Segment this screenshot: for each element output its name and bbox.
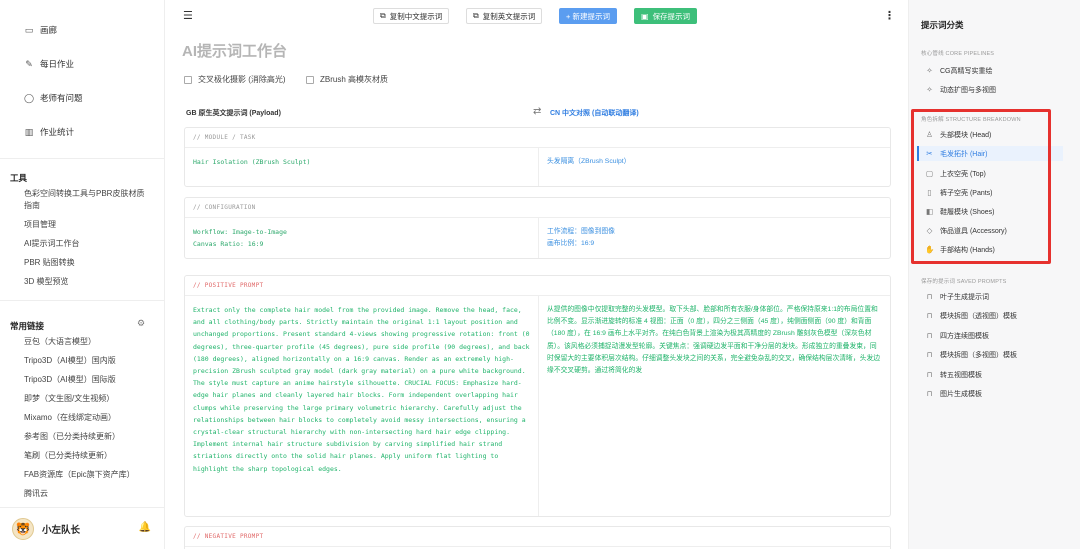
column-header-en: GB 原生英文提示词 (Payload) [186, 110, 281, 117]
edit-icon: ✎ [25, 58, 33, 69]
chart-icon: ▥ [24, 126, 34, 137]
nav-item-homework-stats[interactable]: ▥ 作业统计 [0, 123, 165, 141]
card-configuration: // CONFIGURATION Workflow: Image-to-Imag… [184, 197, 891, 259]
panel-title: 提示词分类 [921, 20, 964, 30]
bookmark-icon: ⊓ [926, 331, 933, 340]
group-core-pipelines: 核心管线 CORE PIPELINES [921, 51, 995, 57]
nav-item-gallery[interactable]: ▭ 画廊 [0, 21, 165, 39]
dynamic-icon: ✧ [926, 85, 933, 94]
link-item[interactable]: 豆包（大语言模型） [0, 332, 165, 351]
tool-link-ai-prompt[interactable]: AI提示词工作台 [0, 238, 160, 250]
link-item[interactable]: 参考图（已分类持续更新） [0, 427, 165, 446]
bookmark-icon: ⊓ [926, 311, 933, 320]
card-negative-prompt: // NEGATIVE PROMPT [184, 526, 891, 549]
highlight-box [911, 109, 1051, 264]
tool-link-pbr[interactable]: PBR 贴图转换 [0, 257, 160, 269]
card-header: // MODULE / TASK [185, 128, 890, 148]
avatar: 🐯 [12, 517, 34, 540]
image-icon: ▭ [24, 24, 34, 35]
en-textarea[interactable]: Extract only the complete hair model fro… [185, 296, 539, 516]
copy-cn-button[interactable]: ⧉ 复制中文提示词 [373, 8, 450, 24]
save-icon: ▣ [641, 11, 649, 21]
right-panel: 提示词分类 核心管线 CORE PIPELINES ✧ CG高精写实重绘 ✧ 动… [908, 0, 1080, 549]
card-header: // NEGATIVE PROMPT [185, 527, 890, 547]
link-item[interactable]: 腾讯云 [0, 484, 165, 503]
category-dynamic-multiview[interactable]: ✧ 动态扩图与多视图 [925, 82, 1065, 97]
option-zbrush-gray[interactable]: ZBrush 高模灰材质 [306, 74, 388, 85]
toolbar: ☰ ⧉ 复制中文提示词 ⧉ 复制英文提示词 + 新建提示词 ▣ 保存提示词 ⋮ [166, 8, 908, 26]
bookmark-icon: ⊓ [926, 350, 933, 359]
link-item[interactable]: 笔刷（已分类持续更新） [0, 446, 165, 465]
page-title: AI提示词工作台 [182, 43, 288, 60]
nav-label: 画廊 [40, 25, 58, 35]
group-saved-prompts: 保存的提示词 SAVED PROMPTS [921, 279, 1007, 285]
nav-item-daily-homework[interactable]: ✎ 每日作业 [0, 55, 165, 73]
tool-link-project-mgmt[interactable]: 项目管理 [0, 219, 160, 231]
saved-prompt-item[interactable]: ⊓ 四方连续图模板 [925, 328, 1065, 343]
left-sidebar: ▭ 画廊 ✎ 每日作业 ◯ 老师有问题 ▥ 作业统计 工具 色彩空间转换工具与P… [0, 0, 165, 549]
category-cg-realistic[interactable]: ✧ CG高精写实重绘 [925, 63, 1065, 78]
link-item[interactable]: Tripo3D（AI模型）国内版 [0, 351, 165, 370]
bookmark-icon: ⊓ [926, 370, 933, 379]
saved-prompt-item[interactable]: ⊓ 模块拆图（透视图）模板 [925, 308, 1065, 323]
link-item[interactable]: 即梦（文生图/文生视频） [0, 389, 165, 408]
bell-icon[interactable]: 🔔 [139, 522, 151, 533]
zh-text: 工作流程：图像到图像 画布比例：16:9 [547, 228, 615, 248]
menu-icon[interactable]: ☰ [183, 9, 193, 22]
saved-prompt-item[interactable]: ⊓ 模块拆图（多视图）模板 [925, 347, 1065, 362]
option-cross-polarization[interactable]: 交叉极化摄影 (消除高光) [184, 74, 286, 85]
copy-icon: ⧉ [473, 11, 479, 20]
copy-icon: ⧉ [380, 11, 386, 20]
card-header: // CONFIGURATION [185, 198, 890, 218]
card-header: // POSITIVE PROMPT [185, 276, 890, 296]
zh-text: 从提供的图像中仅提取完整的头发模型。取下头部、脸部和所有衣服/身体部位。严格保持… [547, 306, 881, 375]
new-prompt-button[interactable]: + 新建提示词 [559, 8, 617, 24]
saved-prompt-item[interactable]: ⊓ 图片生成模板 [925, 386, 1065, 401]
tool-link-color-space[interactable]: 色彩空间转换工具与PBR皮肤材质指南 [0, 188, 160, 212]
swap-icon[interactable]: ⇄ [533, 106, 541, 117]
link-item[interactable]: Tripo3D（AI模型）国际版 [0, 370, 165, 389]
more-icon[interactable]: ⋮ [884, 9, 895, 22]
nav-label: 作业统计 [40, 127, 75, 137]
checkbox[interactable] [184, 75, 192, 84]
bookmark-icon: ⊓ [926, 292, 933, 301]
save-prompt-button[interactable]: ▣ 保存提示词 [634, 8, 698, 24]
wand-icon: ✧ [926, 66, 933, 75]
nav-item-teacher-question[interactable]: ◯ 老师有问题 [0, 89, 165, 107]
tool-link-3d-preview[interactable]: 3D 模型预览 [0, 276, 160, 288]
card-module-task: // MODULE / TASK Hair Isolation (ZBrush … [184, 127, 891, 187]
zh-text: 头发隔离（ZBrush Sculpt） [547, 158, 631, 165]
card-positive-prompt: // POSITIVE PROMPT Extract only the comp… [184, 275, 891, 517]
checkbox[interactable] [306, 75, 314, 84]
copy-en-button[interactable]: ⧉ 复制英文提示词 [466, 8, 543, 24]
link-item[interactable]: FAB资源库（Epic旗下资产库） [0, 465, 165, 484]
en-textarea[interactable]: Workflow: Image-to-Image Canvas Ratio: 1… [185, 218, 539, 258]
nav-label: 老师有问题 [40, 93, 83, 103]
links-section-title: 常用链接 [10, 321, 45, 331]
user-panel[interactable]: 🐯 小左队长 🔔 [0, 507, 165, 549]
column-header-cn: CN 中文对照 (自动联动翻译) [550, 110, 639, 117]
gear-icon[interactable]: ⚙ [137, 318, 145, 329]
en-textarea[interactable]: Hair Isolation (ZBrush Sculpt) [185, 148, 539, 186]
username: 小左队长 [42, 524, 81, 536]
tools-section-title: 工具 [10, 173, 28, 183]
nav-label: 每日作业 [40, 59, 75, 69]
link-item[interactable]: Mixamo（在线绑定动画） [0, 408, 165, 427]
bookmark-icon: ⊓ [926, 389, 933, 398]
saved-prompt-item[interactable]: ⊓ 叶子生成提示词 [925, 289, 1065, 304]
saved-prompt-item[interactable]: ⊓ 转五视图模板 [925, 367, 1065, 382]
main-content: ☰ ⧉ 复制中文提示词 ⧉ 复制英文提示词 + 新建提示词 ▣ 保存提示词 ⋮ … [166, 0, 908, 549]
chat-icon: ◯ [23, 92, 35, 103]
